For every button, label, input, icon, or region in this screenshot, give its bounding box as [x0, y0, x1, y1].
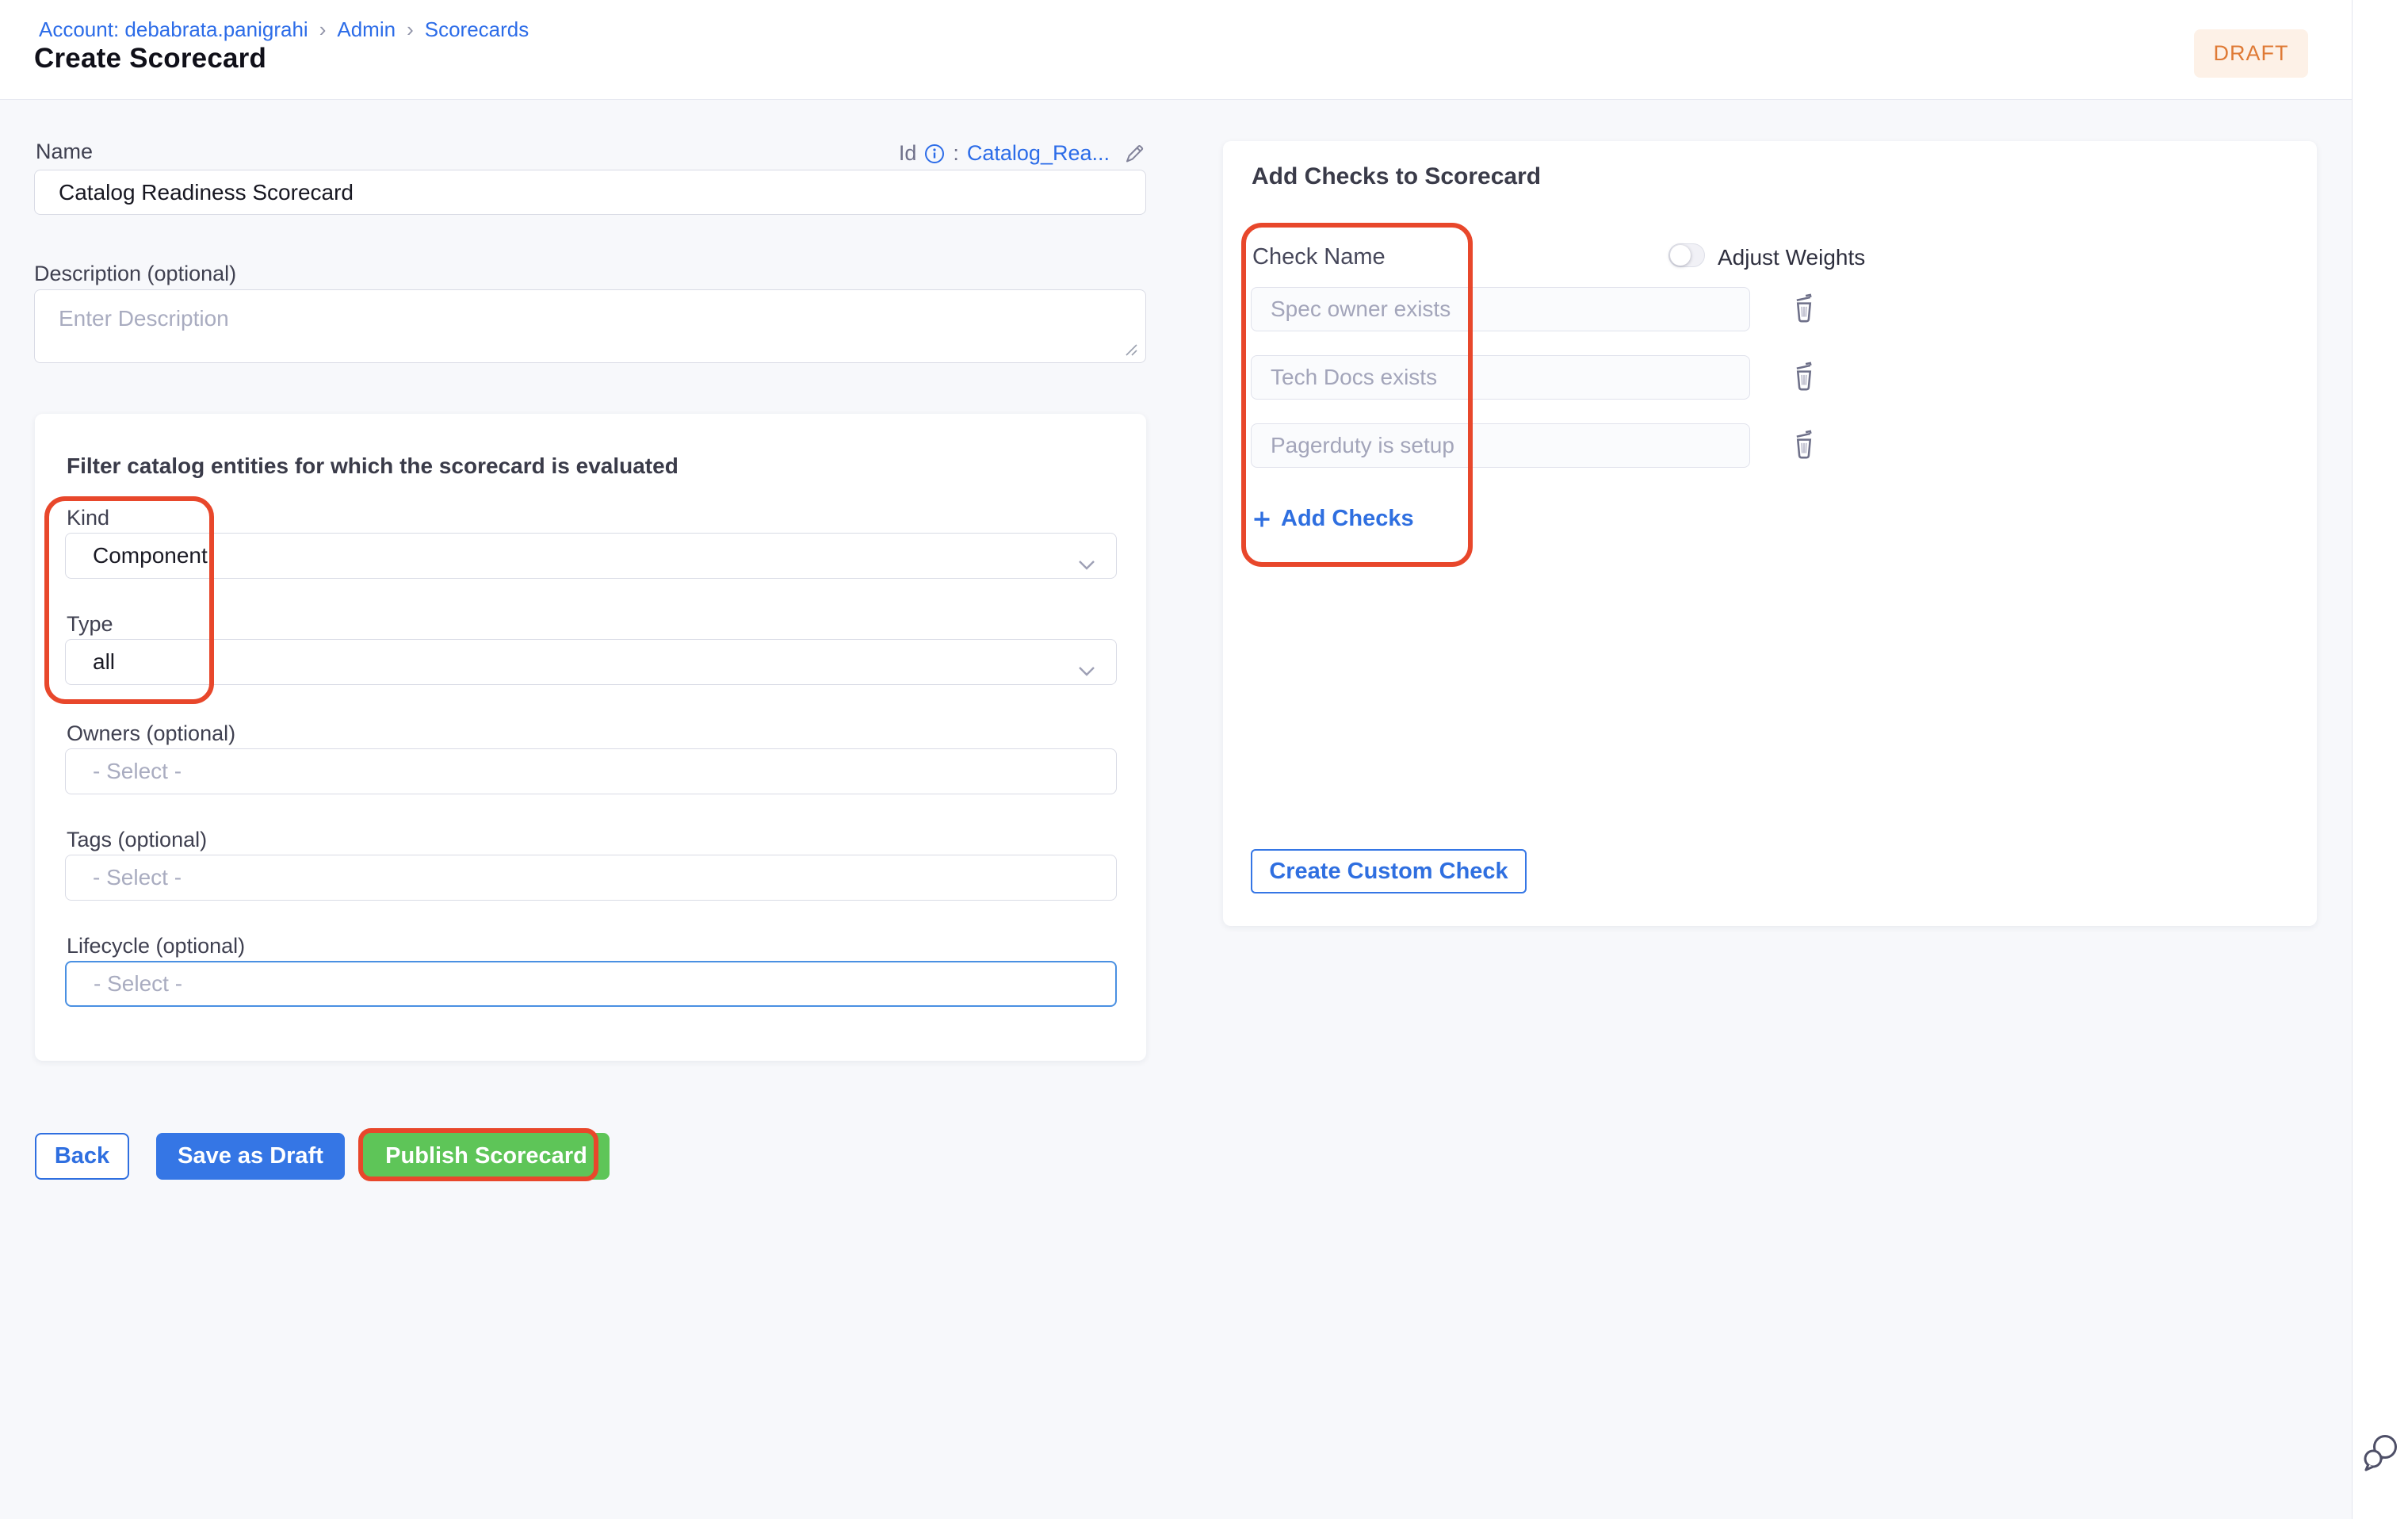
- info-icon[interactable]: [924, 143, 945, 164]
- lifecycle-placeholder: - Select -: [94, 971, 182, 997]
- publish-scorecard-button[interactable]: Publish Scorecard: [363, 1133, 610, 1180]
- kind-select[interactable]: Component: [65, 533, 1117, 579]
- check-name-input[interactable]: Pagerduty is setup: [1251, 423, 1750, 468]
- create-custom-check-button[interactable]: Create Custom Check: [1251, 849, 1527, 893]
- page-title: Create Scorecard: [34, 43, 266, 75]
- breadcrumb: Account: debabrata.panigrahi › Admin › S…: [39, 17, 529, 42]
- breadcrumb-scorecards-link[interactable]: Scorecards: [425, 17, 529, 42]
- adjust-weights-label: Adjust Weights: [1718, 245, 1865, 270]
- add-checks-card: Add Checks to Scorecard Check Name Adjus…: [1223, 141, 2317, 926]
- id-row: Id : Catalog_Rea...: [899, 141, 1146, 166]
- delete-check-button[interactable]: [1789, 293, 1819, 325]
- lifecycle-label: Lifecycle (optional): [67, 934, 245, 958]
- check-name-input[interactable]: Spec owner exists: [1251, 287, 1750, 331]
- type-select-value: all: [93, 649, 115, 675]
- filter-card: Filter catalog entities for which the sc…: [35, 414, 1146, 1061]
- kind-label: Kind: [67, 506, 109, 530]
- id-separator: :: [953, 141, 959, 166]
- breadcrumb-admin-link[interactable]: Admin: [337, 17, 396, 42]
- status-badge: DRAFT: [2194, 29, 2308, 78]
- plus-icon: [1252, 510, 1271, 529]
- breadcrumb-separator: ›: [407, 17, 414, 42]
- save-as-draft-button[interactable]: Save as Draft: [156, 1133, 345, 1180]
- kind-select-value: Component: [93, 543, 208, 568]
- tags-label: Tags (optional): [67, 828, 207, 852]
- name-label: Name: [36, 140, 93, 164]
- id-label: Id: [899, 141, 917, 166]
- breadcrumb-account-link[interactable]: Account: debabrata.panigrahi: [39, 17, 308, 42]
- delete-check-button[interactable]: [1789, 362, 1819, 393]
- tags-placeholder: - Select -: [93, 865, 182, 890]
- right-rail: [2352, 0, 2408, 1519]
- delete-check-button[interactable]: [1789, 430, 1819, 461]
- add-checks-button[interactable]: Add Checks: [1252, 506, 1414, 532]
- page-header: Account: debabrata.panigrahi › Admin › S…: [0, 0, 2352, 100]
- breadcrumb-separator: ›: [319, 17, 327, 42]
- owners-select[interactable]: - Select -: [65, 748, 1117, 794]
- owners-label: Owners (optional): [67, 721, 235, 746]
- chat-bubbles-icon[interactable]: [2362, 1432, 2400, 1473]
- type-label: Type: [67, 612, 113, 637]
- id-value-link[interactable]: Catalog_Rea...: [967, 141, 1110, 166]
- adjust-weights-toggle[interactable]: [1668, 243, 1705, 267]
- chevron-down-icon: [1078, 657, 1095, 683]
- name-input[interactable]: [34, 170, 1146, 215]
- create-scorecard-page: Account: debabrata.panigrahi › Admin › S…: [0, 0, 2408, 1519]
- add-checks-label: Add Checks: [1281, 506, 1414, 532]
- tags-select[interactable]: - Select -: [65, 855, 1117, 901]
- type-select[interactable]: all: [65, 639, 1117, 685]
- check-name-column-label: Check Name: [1252, 244, 1386, 270]
- back-button[interactable]: Back: [35, 1133, 129, 1180]
- add-checks-heading: Add Checks to Scorecard: [1252, 163, 1541, 190]
- filter-heading: Filter catalog entities for which the sc…: [67, 453, 678, 479]
- check-name-input[interactable]: Tech Docs exists: [1251, 355, 1750, 400]
- lifecycle-select[interactable]: - Select -: [65, 961, 1117, 1007]
- toggle-knob: [1670, 245, 1691, 266]
- description-textarea[interactable]: [34, 289, 1146, 363]
- description-label: Description (optional): [34, 262, 236, 286]
- pencil-icon[interactable]: [1122, 142, 1146, 166]
- owners-placeholder: - Select -: [93, 759, 182, 784]
- chevron-down-icon: [1078, 551, 1095, 576]
